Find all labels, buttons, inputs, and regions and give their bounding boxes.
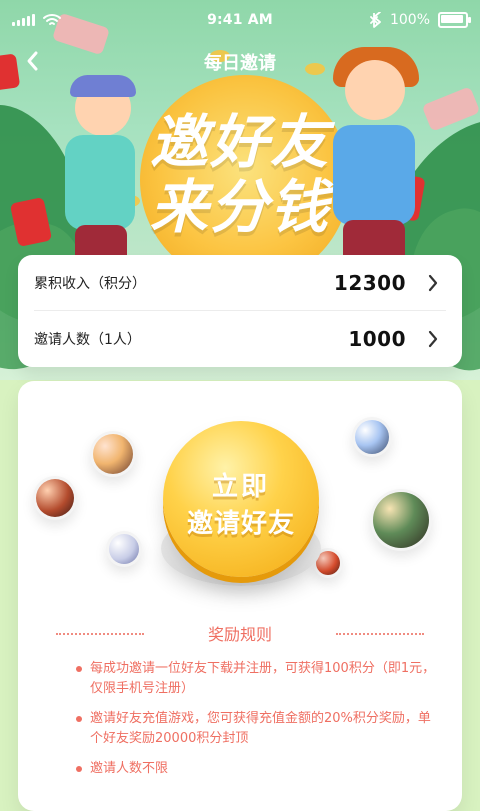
invite-button-line1: 立即 (211, 472, 270, 502)
dotted-divider (336, 633, 424, 636)
avatar-image (373, 492, 429, 548)
avatar-image (355, 420, 389, 454)
stats-card: 累积收入（积分） 12300 邀请人数（1人） 1000 (18, 255, 462, 367)
invite-card: 立即 邀请好友 奖励规则 每成功邀请一位好友下载并注册，可获得100积分（即1元… (18, 381, 462, 811)
bluetooth-icon (370, 12, 381, 28)
rules-header: 奖励规则 (18, 621, 462, 645)
chevron-right-icon (422, 328, 444, 350)
stats-value: 12300 (333, 271, 406, 295)
avatar (352, 417, 392, 457)
stats-label: 累积收入（积分） (34, 276, 146, 292)
battery-text: 100% (389, 12, 430, 28)
stats-value: 1000 (348, 327, 406, 351)
avatar (106, 531, 142, 567)
invite-button-wrap: 立即 邀请好友 (151, 421, 331, 601)
chevron-right-icon (422, 272, 444, 294)
stats-row-invites[interactable]: 邀请人数（1人） 1000 (18, 311, 462, 367)
invite-button-line2: 邀请好友 (186, 509, 295, 539)
rule-item: 每成功邀请一位好友下载并注册，可获得100积分（即1元，仅限手机号注册） (76, 659, 436, 699)
invite-friends-button[interactable]: 立即 邀请好友 (163, 421, 319, 577)
avatar-image (36, 479, 74, 517)
stats-row-income[interactable]: 累积收入（积分） 12300 (18, 255, 462, 311)
avatar (370, 489, 432, 551)
rule-item: 邀请人数不限 (76, 759, 436, 779)
avatar (33, 476, 77, 520)
avatar-image (93, 434, 133, 474)
rule-item: 邀请好友充值游戏，您可获得充值金额的20%积分奖励，单个好友奖励20000积分封… (76, 709, 436, 749)
rules-list: 每成功邀请一位好友下载并注册，可获得100积分（即1元，仅限手机号注册） 邀请好… (76, 659, 436, 789)
status-bar: 9:41 AM 100% (0, 0, 480, 42)
status-right: 100% (370, 12, 471, 28)
stats-label: 邀请人数（1人） (34, 332, 141, 348)
hero-title-line2: 来分钱 (149, 173, 330, 241)
page-title: 每日邀请 (204, 53, 276, 74)
top-nav: 每日邀请 (0, 44, 480, 80)
battery-icon (438, 12, 471, 28)
avatar (90, 431, 136, 477)
avatar-image (109, 534, 139, 564)
